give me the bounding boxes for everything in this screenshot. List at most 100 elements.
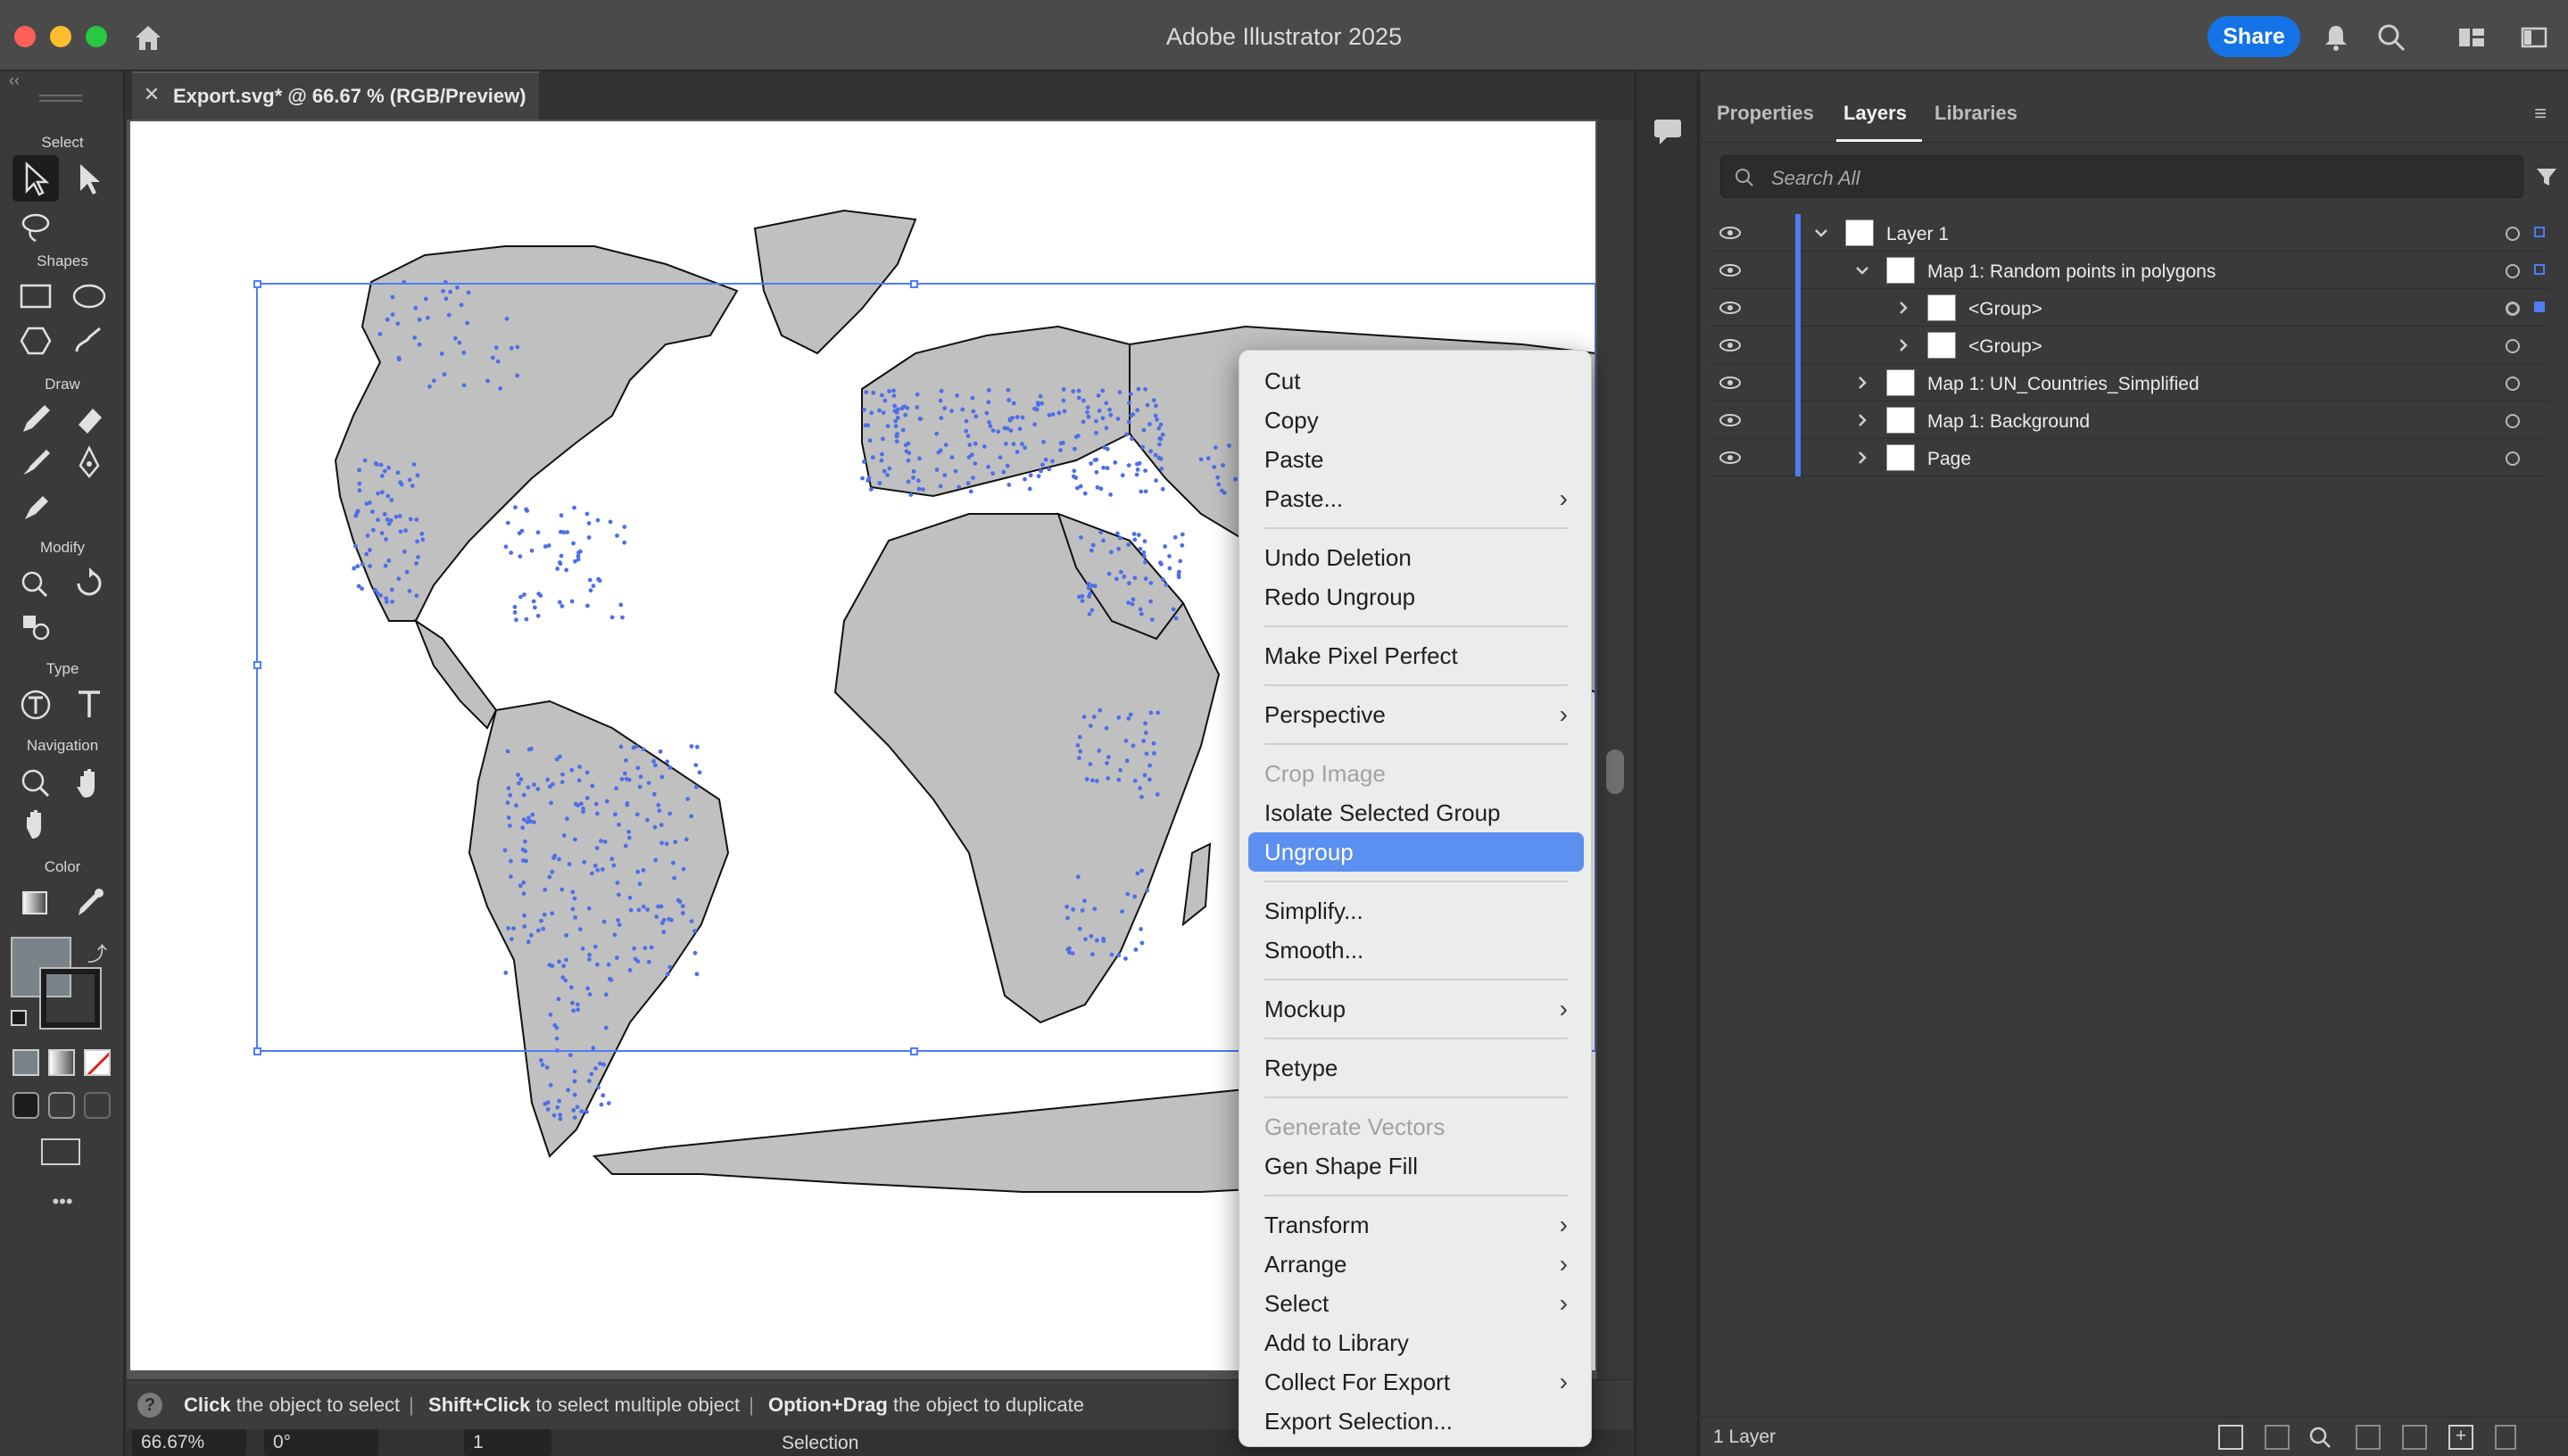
eraser-tool[interactable] [66, 396, 112, 443]
menu-item-smooth[interactable]: Smooth... [1248, 931, 1584, 970]
tab-properties[interactable]: Properties [1717, 102, 1814, 125]
layer-row-background[interactable]: Map 1: Background [1710, 401, 2548, 439]
direct-selection-tool[interactable] [66, 155, 112, 202]
layer-row-layer-1[interactable]: Layer 1 [1710, 214, 2548, 252]
target-circle-icon[interactable] [2506, 302, 2520, 316]
menu-item-simplify[interactable]: Simplify... [1248, 891, 1584, 931]
delete-layer-icon[interactable] [2495, 1425, 2516, 1450]
menu-item-export-selection[interactable]: Export Selection... [1248, 1402, 1584, 1441]
menu-item-add-to-library[interactable]: Add to Library [1248, 1323, 1584, 1362]
curvature-tool[interactable] [12, 484, 59, 530]
comments-icon[interactable] [1651, 114, 1685, 148]
layers-search-input[interactable]: Search All [1720, 155, 2523, 198]
help-icon[interactable]: ? [137, 1393, 162, 1418]
close-tab-icon[interactable]: ✕ [141, 84, 162, 105]
workspace-switcher-icon[interactable] [2456, 21, 2488, 54]
zoom-field[interactable]: 66.67% [132, 1429, 246, 1456]
menu-item-redo-ungroup[interactable]: Redo Ungroup [1248, 577, 1584, 616]
selection-indicator[interactable] [2534, 302, 2545, 312]
menu-item-paste[interactable]: Paste... › [1248, 479, 1584, 518]
type-tool[interactable] [66, 682, 112, 728]
tab-libraries[interactable]: Libraries [1934, 102, 2017, 125]
menu-item-cut[interactable]: Cut [1248, 361, 1584, 401]
target-circle-icon[interactable] [2506, 451, 2520, 466]
menu-item-perspective[interactable]: Perspective › [1248, 695, 1584, 734]
blend-tool[interactable] [12, 603, 59, 649]
paintbrush-tool[interactable] [12, 439, 59, 485]
menu-item-retype[interactable]: Retype [1248, 1048, 1584, 1088]
draw-normal-button[interactable] [12, 1092, 39, 1119]
selection-indicator[interactable] [2534, 264, 2545, 275]
visibility-eye-icon[interactable] [1719, 410, 1742, 430]
rotate-view-tool[interactable] [12, 801, 59, 848]
bell-icon[interactable] [2320, 21, 2352, 54]
locate-object-icon[interactable] [2307, 1425, 2332, 1450]
layer-row-page[interactable]: Page [1710, 439, 2548, 476]
shaper-tool[interactable] [66, 318, 112, 364]
duplicate-layer-icon[interactable] [2402, 1425, 2427, 1450]
visibility-eye-icon[interactable] [1719, 261, 1742, 280]
menu-item-mockup[interactable]: Mockup › [1248, 989, 1584, 1029]
layer-row-random-points[interactable]: Map 1: Random points in polygons [1710, 252, 2548, 289]
collect-for-export-icon[interactable] [2218, 1425, 2243, 1450]
menu-item-transform[interactable]: Transform › [1248, 1205, 1584, 1245]
visibility-eye-icon[interactable] [1719, 373, 1742, 393]
chevron-right-icon[interactable] [1893, 335, 1913, 355]
chevron-right-icon[interactable] [1852, 410, 1872, 430]
menu-item-paste[interactable]: Paste [1248, 440, 1584, 479]
chevron-down-icon[interactable] [1811, 223, 1831, 243]
tab-layers[interactable]: Layers [1843, 102, 1907, 125]
menu-item-isolate-selected-group[interactable]: Isolate Selected Group [1248, 793, 1584, 832]
stroke-swatch[interactable] [39, 967, 102, 1030]
polygon-tool[interactable] [12, 318, 59, 364]
visibility-eye-icon[interactable] [1719, 298, 1742, 318]
color-mode-button[interactable] [12, 1049, 39, 1076]
chevron-right-icon[interactable] [1852, 373, 1872, 393]
rotation-field[interactable]: 0° [264, 1429, 378, 1456]
menu-item-gen-shape-fill[interactable]: Gen Shape Fill [1248, 1146, 1584, 1186]
pen-tool[interactable] [66, 439, 112, 485]
new-sublayer-icon[interactable] [2356, 1425, 2381, 1450]
target-circle-icon[interactable] [2506, 339, 2520, 353]
draw-inside-button[interactable] [84, 1092, 111, 1119]
swap-colors-icon[interactable]: ⤴ [87, 939, 107, 967]
vertical-scrollbar[interactable] [1597, 120, 1633, 1379]
layer-row-group-1[interactable]: <Group> [1710, 289, 2548, 327]
filter-icon[interactable] [2534, 164, 2559, 189]
chevron-down-icon[interactable] [1852, 261, 1872, 280]
none-mode-button[interactable] [84, 1049, 111, 1076]
panel-menu-icon[interactable]: ≡ [2534, 102, 2547, 127]
pencil-tool[interactable] [12, 396, 59, 443]
chevron-right-icon[interactable] [1893, 298, 1913, 318]
default-colors-icon[interactable] [11, 1010, 27, 1026]
panel-toggle-icon[interactable] [2518, 21, 2550, 54]
shape-builder-tool[interactable] [12, 560, 59, 607]
target-circle-icon[interactable] [2506, 376, 2520, 391]
menu-item-ungroup[interactable]: Ungroup [1248, 832, 1584, 872]
more-tools-button[interactable]: ••• [0, 1190, 125, 1213]
selection-tool[interactable] [12, 155, 59, 202]
menu-item-collect-for-export[interactable]: Collect For Export › [1248, 1362, 1584, 1402]
share-button[interactable]: Share [2208, 16, 2300, 57]
target-circle-icon[interactable] [2506, 414, 2520, 428]
eyedropper-tool[interactable] [66, 880, 112, 926]
lasso-tool[interactable] [12, 205, 59, 252]
rotate-tool[interactable] [66, 560, 112, 607]
menu-item-make-pixel-perfect[interactable]: Make Pixel Perfect [1248, 636, 1584, 675]
target-circle-icon[interactable] [2506, 264, 2520, 278]
gradient-mode-button[interactable] [48, 1049, 75, 1076]
gradient-tool[interactable] [12, 880, 59, 926]
type-on-path-tool[interactable] [12, 682, 59, 728]
layer-row-un-countries[interactable]: Map 1: UN_Countries_Simplified [1710, 364, 2548, 401]
collapse-toolbar-icon[interactable]: ‹‹ [9, 71, 20, 90]
hand-tool[interactable] [66, 760, 112, 807]
scrollbar-thumb[interactable] [1606, 749, 1624, 794]
make-clipping-mask-icon[interactable] [2265, 1425, 2290, 1450]
ellipse-tool[interactable] [66, 273, 112, 319]
menu-item-arrange[interactable]: Arrange › [1248, 1245, 1584, 1284]
toolbar-grip[interactable] [39, 95, 82, 102]
layer-row-group-2[interactable]: <Group> [1710, 327, 2548, 364]
visibility-eye-icon[interactable] [1719, 335, 1742, 355]
chevron-right-icon[interactable] [1852, 448, 1872, 467]
rectangle-tool[interactable] [12, 273, 59, 319]
